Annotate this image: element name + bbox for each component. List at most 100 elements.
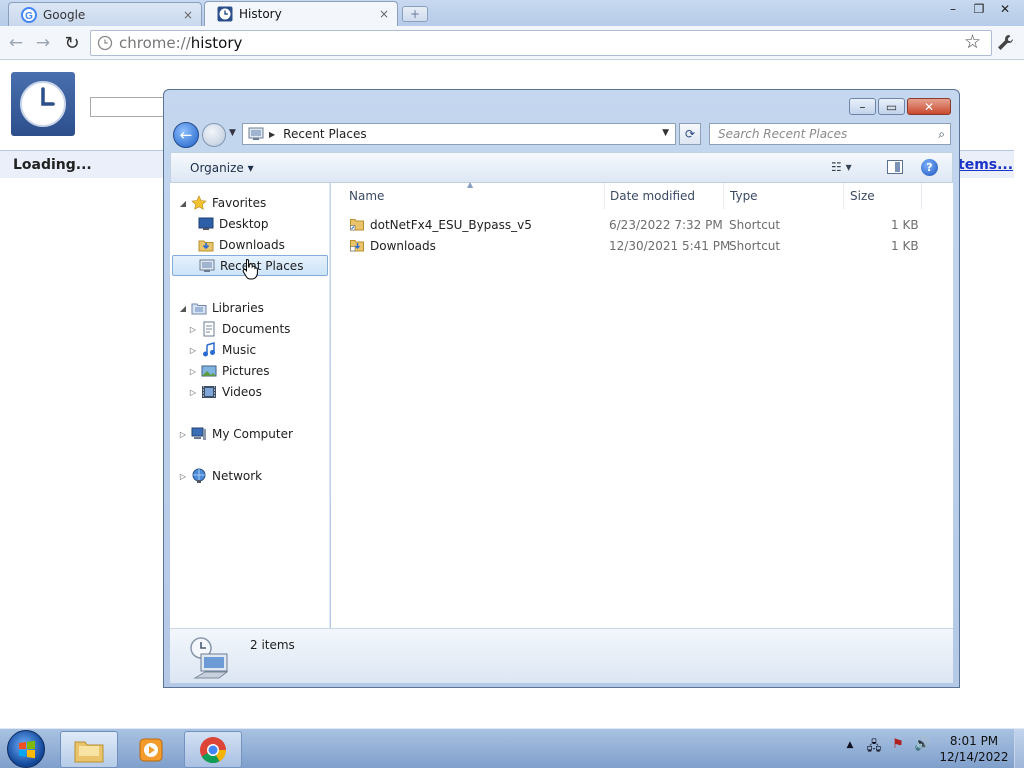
nav-label: Libraries xyxy=(212,301,264,315)
computer-icon xyxy=(191,427,206,440)
nav-network[interactable]: ▷ Network xyxy=(178,466,262,486)
wrench-icon[interactable] xyxy=(994,32,1016,54)
history-search-input[interactable] xyxy=(90,97,170,117)
organize-button[interactable]: Organize ▾ xyxy=(190,161,254,175)
nav-label: My Computer xyxy=(212,427,293,441)
nav-libraries[interactable]: ◢ Libraries xyxy=(178,298,264,318)
clock-date: 12/14/2022 xyxy=(939,750,1009,764)
address-dropdown-icon[interactable]: ▼ xyxy=(662,128,669,138)
hand-cursor-icon xyxy=(242,258,258,280)
recent-pages-dropdown[interactable]: ▼ xyxy=(229,128,236,138)
url-scheme: chrome:// xyxy=(119,34,191,52)
column-header-date-modified[interactable]: Date modified xyxy=(604,183,724,209)
show-hidden-icons-icon[interactable]: ▲ xyxy=(842,737,858,759)
navigation-pane: ◢ Favorites Desktop Downloads Recent Pla… xyxy=(170,183,330,628)
nav-desktop[interactable]: Desktop xyxy=(198,214,269,234)
tab-history[interactable]: History × xyxy=(204,1,398,26)
system-clock[interactable]: 8:01 PM 12/14/2022 xyxy=(938,733,1010,765)
nav-label: Pictures xyxy=(222,364,270,378)
nav-label: Recent Places xyxy=(220,258,304,273)
file-type: Shortcut xyxy=(729,218,781,232)
volume-icon[interactable]: 🔊 xyxy=(914,737,930,759)
new-tab-button[interactable]: + xyxy=(402,6,428,22)
explorer-close-button[interactable]: ✕ xyxy=(907,98,951,115)
expander-icon[interactable]: ▷ xyxy=(188,346,198,355)
file-date-modified: 6/23/2022 7:32 PM xyxy=(609,218,723,232)
explorer-refresh-button[interactable]: ⟳ xyxy=(679,123,701,145)
file-date-modified: 12/30/2021 5:41 PM xyxy=(609,239,731,253)
file-row[interactable]: Downloads 12/30/2021 5:41 PM Shortcut 1 … xyxy=(331,236,953,257)
column-header-size[interactable]: Size xyxy=(844,183,922,209)
search-icon[interactable]: ⌕ xyxy=(938,127,945,142)
taskbar-media-player-button[interactable] xyxy=(122,731,180,768)
breadcrumb-separator-icon[interactable]: ▶ xyxy=(269,130,275,139)
nav-music[interactable]: ▷ Music xyxy=(188,340,256,360)
explorer-maximize-button[interactable]: ▭ xyxy=(878,98,905,115)
expander-icon[interactable]: ▷ xyxy=(188,325,198,334)
history-logo xyxy=(11,72,75,136)
reload-button[interactable]: ↻ xyxy=(61,32,83,54)
taskbar-explorer-button[interactable] xyxy=(60,731,118,768)
column-header-type[interactable]: Type xyxy=(724,183,844,209)
downloads-folder-icon xyxy=(198,240,214,252)
details-pane: 2 items xyxy=(170,628,953,683)
file-size: 1 KB xyxy=(891,239,919,253)
expander-icon[interactable]: ▷ xyxy=(188,367,198,376)
explorer-minimize-button[interactable]: – xyxy=(849,98,876,115)
close-tab-icon[interactable]: × xyxy=(379,7,389,21)
explorer-address-bar[interactable]: ▶ Recent Places ▼ xyxy=(242,123,676,145)
breadcrumb-recent-places[interactable]: Recent Places xyxy=(283,127,366,141)
file-size: 1 KB xyxy=(891,218,919,232)
bookmark-star-icon[interactable]: ☆ xyxy=(964,31,981,53)
close-button[interactable]: ✕ xyxy=(992,0,1018,17)
nav-documents[interactable]: ▷ Documents xyxy=(188,319,290,339)
start-button[interactable] xyxy=(7,730,45,768)
explorer-search-input[interactable]: Search Recent Places ⌕ xyxy=(709,123,951,145)
desktop-icon xyxy=(198,217,214,230)
expander-icon[interactable]: ▷ xyxy=(178,472,188,481)
preview-pane-icon[interactable] xyxy=(887,160,903,174)
action-center-flag-icon[interactable]: ⚑ xyxy=(890,737,906,759)
expander-icon[interactable]: ◢ xyxy=(178,199,188,208)
maximize-button[interactable]: ❐ xyxy=(966,0,992,17)
expander-icon[interactable]: ▷ xyxy=(178,430,188,439)
file-list: ▲ Name Date modified Type Size dotNetFx4… xyxy=(331,180,953,628)
taskbar-chrome-button[interactable] xyxy=(184,731,242,768)
network-icon xyxy=(192,468,206,483)
show-desktop-button[interactable] xyxy=(1014,729,1024,768)
clear-items-link[interactable]: tems... xyxy=(958,157,1013,173)
tab-google[interactable]: G Google × xyxy=(8,2,202,26)
nav-downloads[interactable]: Downloads xyxy=(198,235,285,255)
forward-button[interactable]: → xyxy=(32,32,54,54)
folder-shortcut-icon xyxy=(350,219,364,231)
help-icon[interactable]: ? xyxy=(921,159,938,176)
omnibox[interactable]: chrome://history xyxy=(90,30,992,56)
nav-label: Documents xyxy=(222,322,291,336)
nav-my-computer[interactable]: ▷ My Computer xyxy=(178,424,293,444)
back-button[interactable]: ← xyxy=(5,32,27,54)
explorer-caption-buttons: – ▭ ✕ xyxy=(849,98,951,115)
nav-favorites[interactable]: ◢ Favorites xyxy=(178,193,266,213)
column-header-name[interactable]: Name xyxy=(343,183,605,209)
downloads-shortcut-icon xyxy=(350,240,364,252)
explorer-forward-button[interactable] xyxy=(202,123,226,147)
recent-places-large-icon xyxy=(190,637,229,679)
change-view-button[interactable]: ☷ ▾ xyxy=(831,160,852,174)
search-placeholder: Search Recent Places xyxy=(718,127,848,141)
file-row[interactable]: dotNetFx4_ESU_Bypass_v5 6/23/2022 7:32 P… xyxy=(331,215,953,236)
nav-pictures[interactable]: ▷ Pictures xyxy=(188,361,270,381)
nav-label: Network xyxy=(212,469,263,483)
expander-icon[interactable]: ◢ xyxy=(178,304,188,313)
windows-logo-icon xyxy=(19,740,35,759)
explorer-back-button[interactable]: ← xyxy=(173,122,199,148)
item-count: 2 items xyxy=(250,638,295,652)
loading-text: Loading... xyxy=(13,157,92,173)
libraries-icon xyxy=(191,303,207,315)
minimize-button[interactable]: – xyxy=(940,0,966,17)
expander-icon[interactable]: ▷ xyxy=(188,388,198,397)
network-status-icon[interactable]: 🖧 xyxy=(866,737,882,759)
media-player-icon xyxy=(139,738,163,761)
nav-label: Downloads xyxy=(219,238,285,252)
nav-videos[interactable]: ▷ Videos xyxy=(188,382,262,402)
close-tab-icon[interactable]: × xyxy=(183,8,193,22)
